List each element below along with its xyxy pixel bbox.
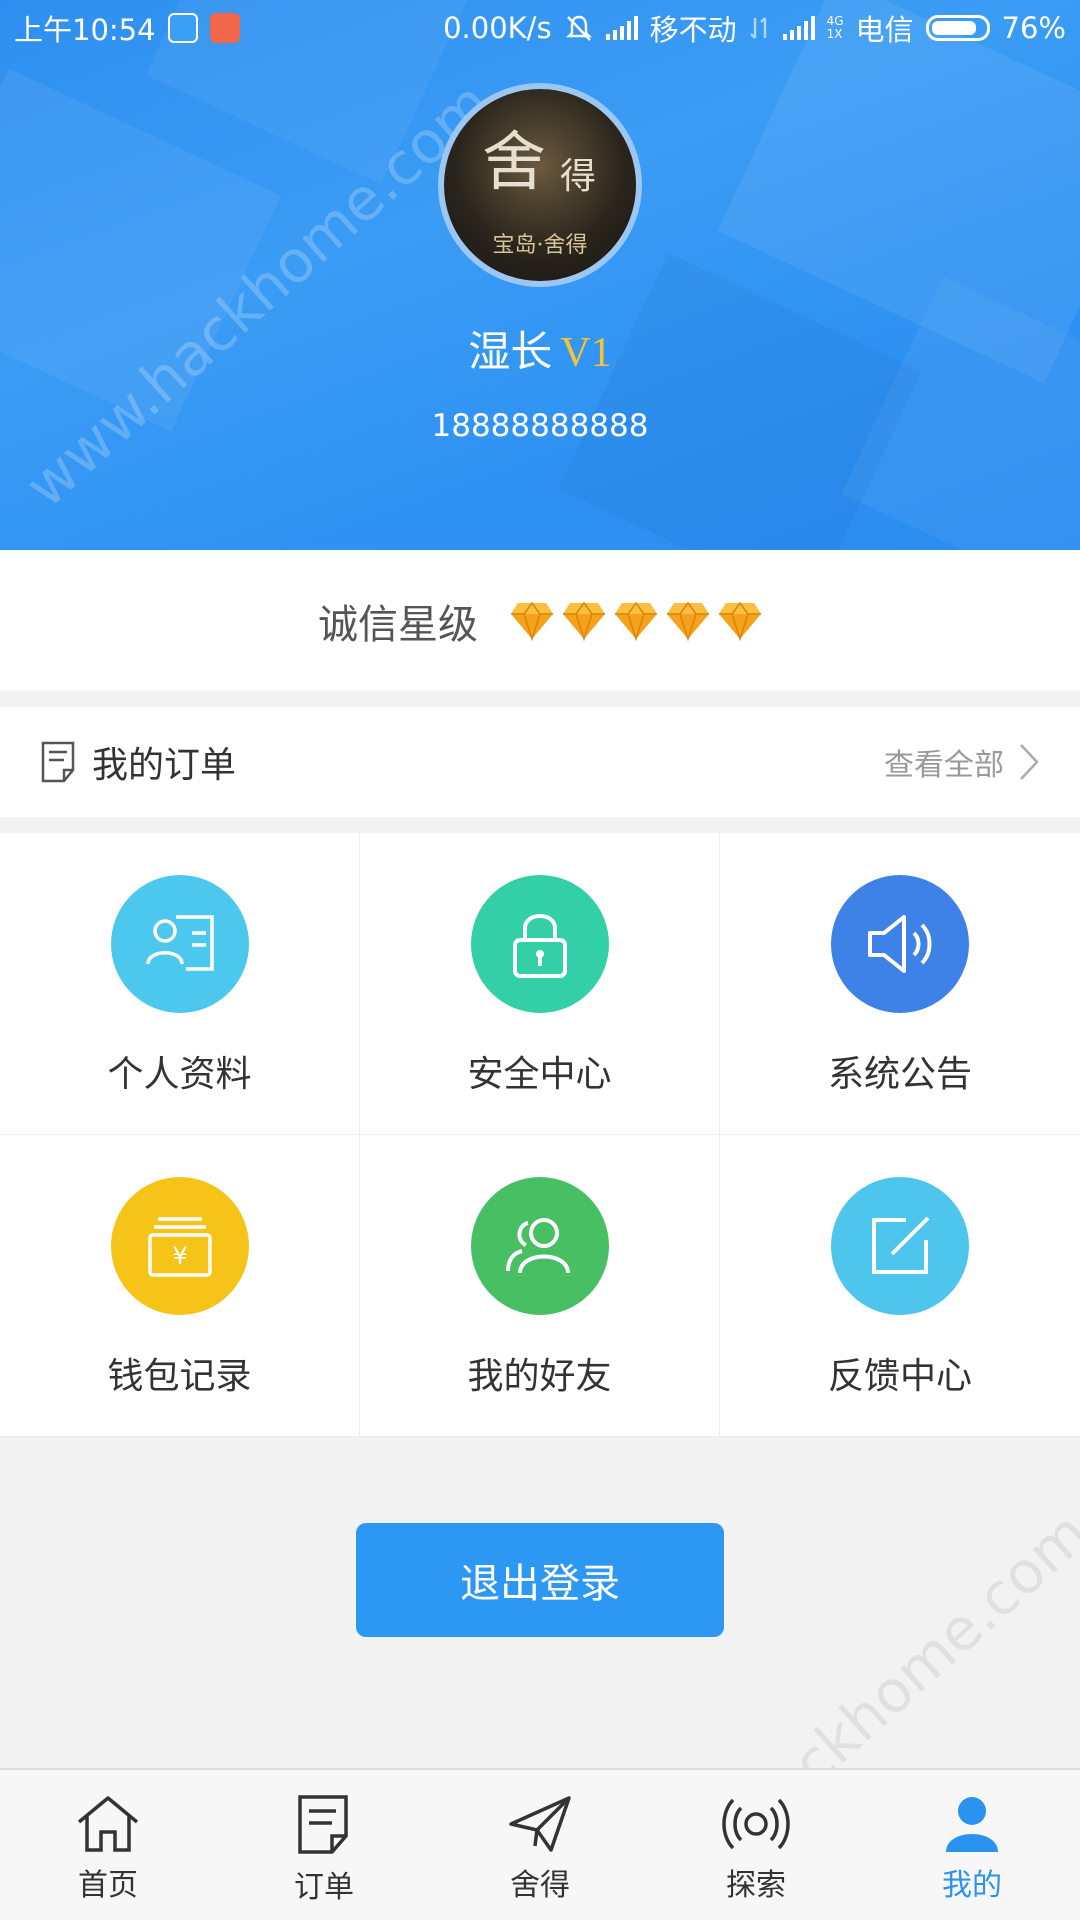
grid-item-security[interactable]: 安全中心 [360,833,720,1135]
speaker-icon [831,875,969,1013]
grid-item-friends[interactable]: 我的好友 [360,1135,720,1437]
grid-item-label: 我的好友 [467,1356,612,1397]
carrier-primary: 移不动 [649,13,737,47]
diamond-icon [563,601,605,641]
battery-level: 76% [1001,11,1066,45]
bottom-navigation: 首页 订单 舍得 探索 我的 [0,1768,1080,1920]
grid-item-label: 钱包记录 [107,1356,252,1397]
my-orders-row[interactable]: 我的订单 查看全部 [0,707,1080,817]
user-name-row: 湿长 V1 [0,318,1080,379]
nav-label: 订单 [294,1870,354,1905]
avatar-text-sub: 宝岛·舍得 [492,233,588,258]
nav-explore[interactable]: 探索 [648,1770,864,1920]
nav-mine[interactable]: 我的 [864,1770,1080,1920]
user-name: 湿长 [468,327,553,376]
diamond-icon [615,601,657,641]
profile-card-icon [110,875,249,1013]
lock-icon [470,875,609,1013]
edit-icon [831,1177,969,1315]
grid-item-profile[interactable]: 个人资料 [0,833,360,1135]
friends-icon [470,1177,609,1315]
grid-item-label: 反馈中心 [827,1356,972,1397]
network-speed: 0.00K/s [443,11,552,45]
app-notification-icon [167,13,198,43]
shop-notification-icon [209,13,240,43]
grid-item-announcement[interactable]: 系统公告 [720,833,1080,1135]
credit-diamonds [510,601,762,641]
avatar-text-main: 舍 [482,126,546,200]
grid-item-label: 安全中心 [467,1054,612,1095]
home-icon [77,1796,139,1852]
nav-label: 探索 [726,1868,786,1903]
status-bar: 上午10:54 0.00K/s 移不动 4G 1X 电信 76% [0,0,1080,56]
user-phone: 18888888888 [431,408,649,444]
nav-shede[interactable]: 舍得 [432,1770,648,1920]
nav-label: 首页 [78,1868,138,1903]
svg-text:¥: ¥ [172,1242,187,1270]
view-all-orders-link[interactable]: 查看全部 [884,740,1040,784]
data-transfer-icon [749,17,766,39]
order-icon [298,1795,348,1854]
signal-icon [605,16,638,40]
broadcast-icon [722,1798,790,1850]
wallet-icon: ¥ [110,1177,249,1315]
paper-plane-icon [509,1796,571,1852]
grid-item-wallet[interactable]: ¥ 钱包记录 [0,1135,360,1437]
status-time: 上午10:54 [14,13,156,47]
diamond-icon [511,601,553,641]
nav-label: 舍得 [510,1868,570,1903]
logout-button[interactable]: 退出登录 [356,1523,724,1637]
signal-secondary-icon [782,16,815,40]
avatar-text-side: 得 [560,156,597,197]
nav-home[interactable]: 首页 [0,1770,216,1920]
profile-header: www.hackhome.com 上午10:54 0.00K/s 移不动 4G … [0,0,1080,550]
carrier-secondary: 电信 [855,13,914,47]
function-grid: 个人资料 安全中心 系统公告 ¥ 钱包记录 我的好友 反馈中心 [0,833,1080,1437]
diamond-icon [667,601,709,641]
mute-bell-icon [565,15,592,41]
view-all-label: 查看全部 [884,748,1004,783]
grid-item-label: 个人资料 [107,1054,252,1095]
diamond-icon [719,601,761,641]
vip-level-badge: V1 [560,330,612,376]
nav-label: 我的 [942,1868,1002,1903]
order-list-icon [41,741,75,783]
network-type: 4G 1X [826,14,844,41]
nav-orders[interactable]: 订单 [216,1770,432,1920]
orders-title: 我的订单 [92,745,237,786]
user-icon [946,1797,998,1852]
grid-item-feedback[interactable]: 反馈中心 [720,1135,1080,1437]
avatar[interactable]: 舍 得 宝岛·舍得 [438,83,642,287]
grid-item-label: 系统公告 [827,1054,972,1095]
chevron-right-icon [1020,744,1039,780]
credit-label: 诚信星级 [318,601,478,648]
battery-icon [925,15,990,41]
credit-rating-section: 诚信星级 [0,550,1080,691]
